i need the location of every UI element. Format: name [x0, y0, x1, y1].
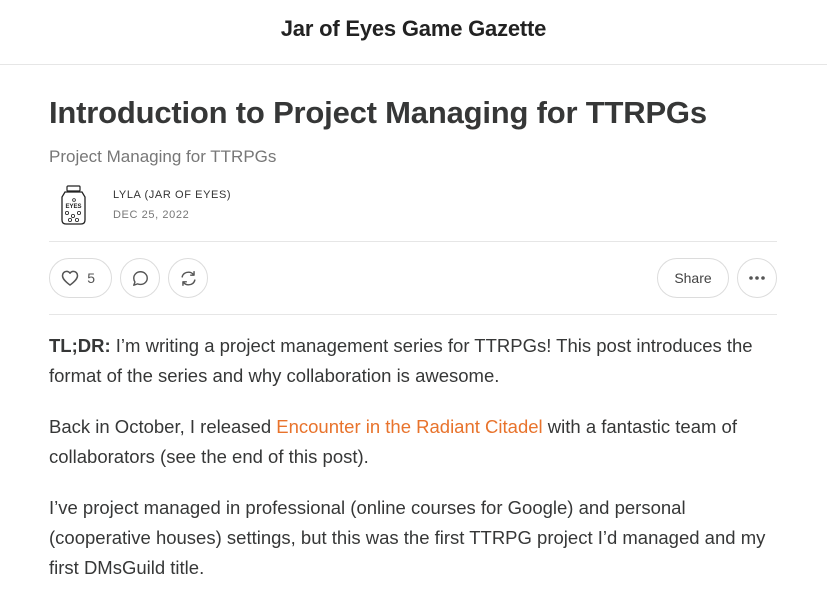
share-button[interactable]: Share	[657, 258, 729, 298]
release-text-before: Back in October, I released	[49, 416, 277, 437]
comment-icon	[131, 269, 150, 288]
tldr-text: I’m writing a project management series …	[49, 335, 753, 386]
restack-icon	[179, 269, 198, 288]
paragraph-experience: I’ve project managed in professional (on…	[49, 497, 766, 578]
encounter-link[interactable]: Encounter in the Radiant Citadel	[276, 416, 542, 437]
heart-icon	[60, 268, 80, 288]
like-count: 5	[87, 270, 95, 286]
divider-bottom	[49, 314, 777, 315]
divider-top	[49, 241, 777, 242]
comment-button[interactable]	[120, 258, 160, 298]
paragraph-release: Back in October, I released Encounter in…	[49, 412, 779, 472]
paragraph-tldr: TL;DR: I’m writing a project management …	[49, 331, 779, 391]
post-date: DEC 25, 2022	[113, 209, 190, 221]
more-options-button[interactable]	[737, 258, 777, 298]
restack-button[interactable]	[168, 258, 208, 298]
author-avatar[interactable]: EYES	[56, 185, 91, 225]
post-title: Introduction to Project Managing for TTR…	[49, 95, 707, 130]
jar-icon: EYES	[61, 185, 86, 225]
post-subtitle: Project Managing for TTRPGs	[49, 147, 277, 166]
publication-title[interactable]: Jar of Eyes Game Gazette	[281, 16, 547, 42]
avatar-label: EYES	[65, 204, 81, 210]
author-name[interactable]: LYLA (JAR OF EYES)	[113, 189, 231, 201]
ellipsis-icon	[748, 275, 766, 281]
tldr-label: TL;DR:	[49, 335, 111, 356]
publication-header: Jar of Eyes Game Gazette	[0, 0, 827, 65]
like-button[interactable]: 5	[49, 258, 112, 298]
